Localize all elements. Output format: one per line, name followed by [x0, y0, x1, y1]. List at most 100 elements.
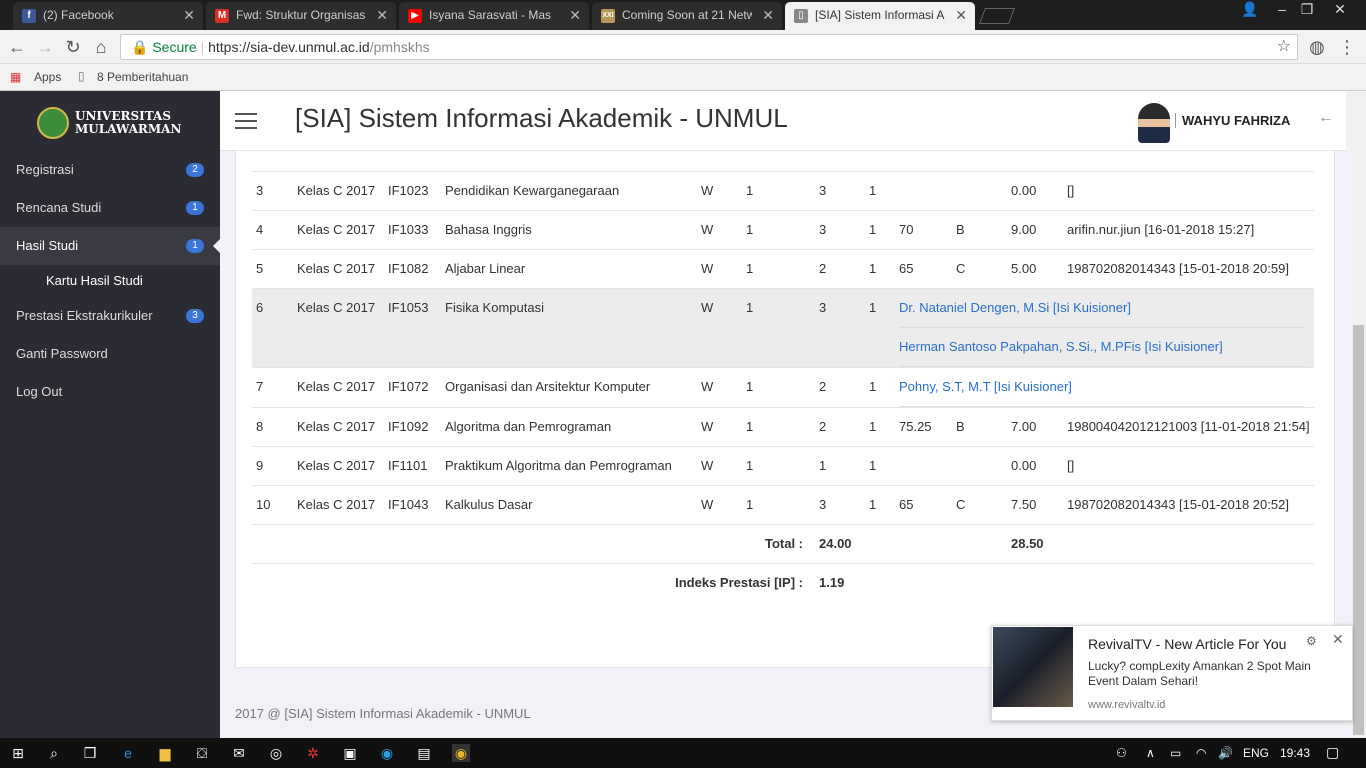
page-title: [SIA] Sistem Informasi Akademik - UNMUL	[295, 103, 788, 133]
table-row: 3 Kelas C 2017 IF1023 Pendidikan Kewarganeg…	[252, 171, 1314, 211]
cell-kode: IF1092	[384, 407, 441, 447]
bookmark-notifications[interactable]: 8 Pemberitahuan	[97, 70, 188, 84]
mail-icon[interactable]: ✉	[230, 744, 248, 762]
count-badge: 1	[186, 201, 204, 215]
language-indicator[interactable]: ENG	[1243, 746, 1269, 760]
store-icon[interactable]: ⛋	[193, 744, 211, 762]
new-tab-button[interactable]	[979, 8, 1015, 24]
home-icon[interactable]: ⌂	[90, 36, 112, 58]
sidebar-item-rencana-studi[interactable]: Rencana Studi 1	[0, 189, 220, 227]
cell-nilai	[895, 446, 952, 486]
browser-tab[interactable]: M Fwd: Struktur Organisasi ✕	[206, 2, 396, 30]
battery-icon[interactable]: ▭	[1170, 746, 1181, 760]
total-label: Total :	[252, 524, 815, 564]
hamburger-menu-icon[interactable]	[235, 113, 257, 129]
sidebar-item-label: Log Out	[16, 384, 63, 399]
cell-b: 1	[865, 407, 895, 447]
search-icon[interactable]: ⌕	[45, 744, 63, 762]
kuisioner-link[interactable]: Herman Santoso Pakpahan, S.Si., M.PFis […	[899, 328, 1304, 367]
reload-icon[interactable]: ↻	[62, 36, 84, 58]
edge-icon[interactable]: e	[119, 744, 137, 762]
gear-icon[interactable]: ⚙	[1306, 634, 1317, 648]
count-badge: 1	[186, 239, 204, 253]
url-path: /pmhskhs	[369, 39, 430, 55]
cell-bobot: 0.00	[1007, 446, 1063, 486]
browser-tab[interactable]: f (2) Facebook ✕	[13, 2, 203, 30]
kuisioner-link[interactable]: Dr. Nataniel Dengen, M.Si [Isi Kuisioner…	[899, 289, 1304, 328]
back-icon[interactable]: ←	[6, 36, 28, 58]
chrome-icon[interactable]: ◉	[452, 744, 470, 762]
notification-url: www.revivaltv.id	[1088, 699, 1166, 711]
cell-a: 1	[742, 249, 815, 289]
chevron-up-icon[interactable]: ∧	[1146, 746, 1155, 760]
clock[interactable]: 19:43	[1280, 746, 1310, 760]
cell-sks: 3	[815, 288, 865, 368]
sidebar-item-registrasi[interactable]: Registrasi 2	[0, 151, 220, 189]
browser-tab[interactable]: XXI Coming Soon at 21 Netw ✕	[592, 2, 782, 30]
sidebar-item-hasil-studi[interactable]: Hasil Studi 1	[0, 227, 220, 265]
windows-start-icon[interactable]: ⊞	[9, 744, 27, 762]
tab-title: (2) Facebook	[43, 8, 114, 22]
logo-line-2: MULAWARMAN	[75, 122, 182, 136]
cell-ket: arifin.nur.jiun [16-01-2018 15:27]	[1063, 210, 1314, 250]
scrollbar-thumb[interactable]	[1353, 325, 1364, 735]
tab-close-icon[interactable]: ✕	[762, 7, 774, 24]
profile-icon[interactable]: 👤	[1234, 0, 1266, 20]
tab-favicon-icon: M	[215, 9, 229, 23]
table-row: 8 Kelas C 2017 IF1092 Algoritma dan Pemrogr…	[252, 407, 1314, 447]
url-input[interactable]: 🔒 Secure | https://sia-dev.unmul.ac.id/p…	[120, 34, 1298, 60]
cell-sks: 2	[815, 249, 865, 289]
sidebar-item-label: Registrasi	[16, 162, 74, 177]
cell-kelas: Kelas C 2017	[293, 446, 384, 486]
sidebar-item-ganti-password[interactable]: Ganti Password	[0, 335, 220, 373]
steam-icon[interactable]: ◎	[267, 744, 285, 762]
user-name[interactable]: WAHYU FAHRIZA	[1175, 113, 1290, 128]
cell-nilai: 65	[895, 249, 952, 289]
bookmark-star-icon[interactable]: ☆	[1277, 35, 1291, 59]
count-badge: 2	[186, 163, 204, 177]
close-icon[interactable]: ✕	[1332, 631, 1344, 648]
cell-w: W	[697, 171, 742, 211]
tab-close-icon[interactable]: ✕	[569, 7, 581, 24]
notification-popup[interactable]: RevivalTV - New Article For You Lucky? c…	[991, 625, 1353, 721]
arrow-left-icon[interactable]: ←	[1318, 109, 1334, 127]
cell-b: 1	[865, 367, 895, 408]
sidebar-item-logout[interactable]: Log Out	[0, 373, 220, 411]
bookmark-apps[interactable]: Apps	[34, 70, 61, 84]
volume-icon[interactable]: 🔊	[1218, 746, 1233, 760]
photos-icon[interactable]: ▣	[341, 744, 359, 762]
tab-close-icon[interactable]: ✕	[183, 7, 195, 24]
notification-center-icon[interactable]: ▢	[1326, 744, 1339, 761]
sidebar-item-prestasi[interactable]: Prestasi Ekstrakurikuler 3	[0, 297, 220, 335]
people-icon[interactable]: ⚇	[1116, 746, 1127, 760]
chrome-menu-icon[interactable]: ⋮	[1336, 36, 1358, 58]
cell-ket: 198004042012121003 [11-01-2018 21:54]	[1063, 407, 1314, 447]
cell-ket: []	[1063, 171, 1314, 211]
window-icon[interactable]: ▤	[415, 744, 433, 762]
app-icon[interactable]: ✲	[304, 744, 322, 762]
maximize-button[interactable]: ❐	[1291, 0, 1323, 20]
cell-huruf: B	[952, 407, 1007, 447]
browser-icon[interactable]: ◉	[378, 744, 396, 762]
cell-w: W	[697, 485, 742, 525]
forward-icon[interactable]: →	[34, 36, 56, 58]
task-view-icon[interactable]: ❒	[81, 744, 99, 762]
avatar[interactable]	[1138, 103, 1170, 143]
close-window-button[interactable]: ✕	[1324, 0, 1356, 20]
extension-icon[interactable]: ◍	[1306, 36, 1328, 58]
page-scrollbar[interactable]	[1351, 91, 1366, 738]
lock-icon: 🔒	[131, 39, 153, 55]
wifi-icon[interactable]: ◠	[1196, 746, 1206, 760]
cell-huruf	[952, 171, 1007, 211]
cell-kelas: Kelas C 2017	[293, 367, 384, 408]
sidebar-item-label: Kartu Hasil Studi	[46, 273, 143, 288]
kuisioner-link[interactable]: Pohny, S.T, M.T [Isi Kuisioner]	[899, 368, 1304, 407]
browser-tab[interactable]: ▶ Isyana Sarasvati - Mas ✕	[399, 2, 589, 30]
notification-title: RevivalTV - New Article For You	[1088, 636, 1287, 652]
browser-tab[interactable]: ▯ [SIA] Sistem Informasi Ak ✕	[785, 2, 975, 30]
tab-close-icon[interactable]: ✕	[376, 7, 388, 24]
sidebar-subitem-kartu-hasil-studi[interactable]: Kartu Hasil Studi	[0, 265, 220, 297]
university-logo[interactable]: UNIVERSITAS MULAWARMAN	[37, 107, 181, 139]
tab-close-icon[interactable]: ✕	[955, 7, 967, 24]
folder-icon[interactable]: ▆	[156, 744, 174, 762]
